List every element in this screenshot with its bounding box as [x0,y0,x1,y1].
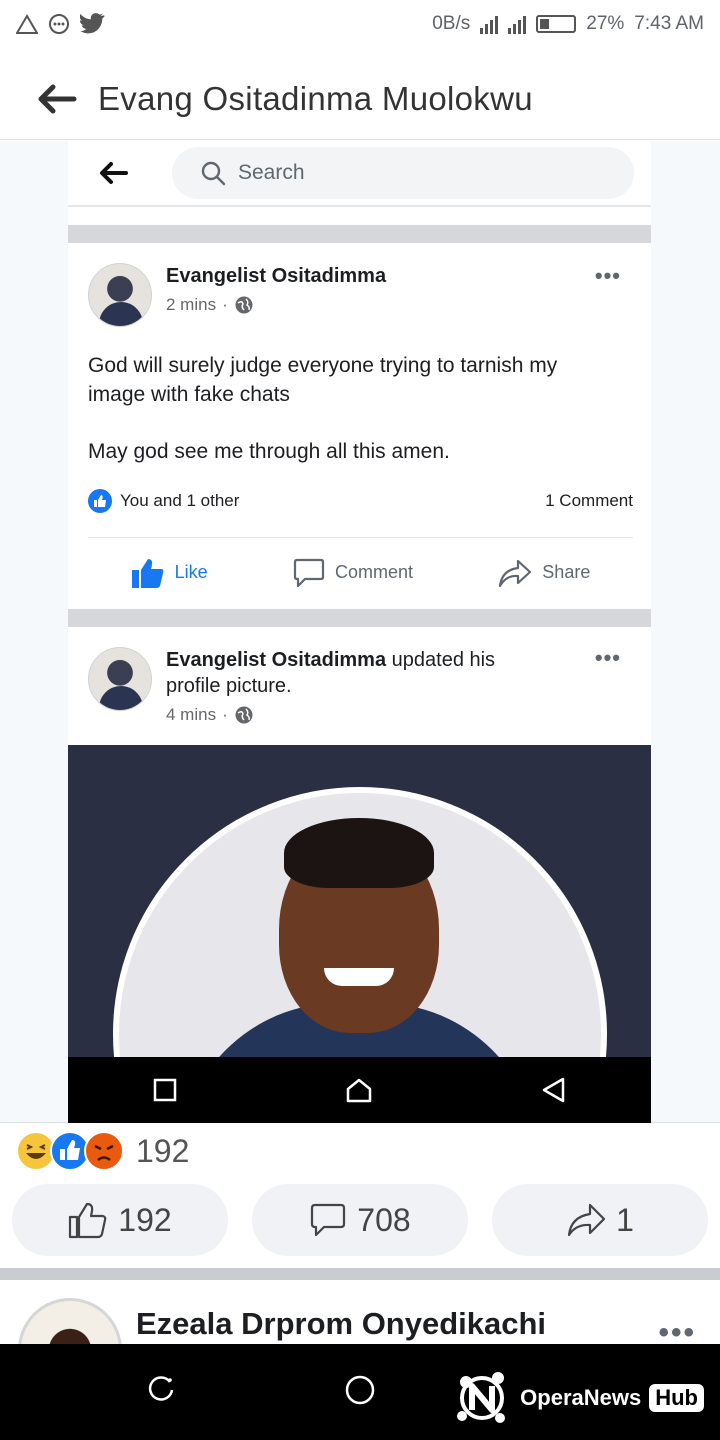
share-button[interactable]: 1 [492,1184,708,1256]
photo-hair [284,818,434,888]
reactions-summary[interactable]: You and 1 other 1 Comment [88,487,633,515]
share-icon [499,559,532,587]
operanews-logo-icon [457,1372,506,1423]
avatar[interactable] [88,647,152,711]
comment-icon [311,1203,346,1237]
embedded-nav-bar [68,1057,651,1123]
like-count: 192 [118,1201,172,1238]
comment-button[interactable]: Comment [293,558,413,588]
post-text-line: image with fake chats [88,383,290,406]
like-label: Like [174,562,208,582]
outer-reactions-summary[interactable]: 192 [16,1128,189,1174]
globe-icon [235,296,253,314]
post-card: Evangelist Ositadimma 2 mins · ••• God w… [68,243,651,607]
angry-reaction-icon [84,1131,124,1171]
share-label: Share [542,562,591,582]
thumbs-up-icon [131,558,163,588]
more-options-icon[interactable]: ••• [595,263,621,289]
status-bar: 0B/s 27% 7:43 AM [0,0,720,48]
post-card: Evangelist Ositadimma updated his profil… [68,627,651,745]
back-arrow-icon[interactable] [98,161,128,185]
more-options-icon[interactable]: ••• [658,1316,696,1344]
profile-picture-post-image[interactable] [68,745,651,1057]
post-text-line: God will surely judge everyone trying to… [88,354,558,377]
recents-icon[interactable] [146,1374,176,1404]
next-post-card: Ezeala Drprom Onyedikachi ••• [0,1280,720,1344]
recents-icon [153,1078,177,1102]
page-title: Evang Ositadinma Muolokwu [98,79,533,117]
thumbs-up-icon [69,1202,107,1239]
post-author[interactable]: Evangelist Ositadimma [166,649,386,671]
embedded-facebook-view: Search Evangelist Ositadimma 2 mins · ••… [68,141,651,1123]
embedded-search-bar: Search [68,141,651,207]
home-icon [347,1078,372,1103]
operanews-watermark: OperaNews Hub [452,1368,704,1428]
back-triangle-icon [542,1077,565,1103]
watermark-hub: Hub [649,1384,704,1412]
post-text-line: May god see me through all this amen. [88,440,450,463]
warning-icon [16,14,38,34]
like-button[interactable]: 192 [12,1184,228,1256]
avatar[interactable] [88,263,152,327]
dot-separator: · [222,295,228,314]
post-action-text: updated his [391,649,496,671]
post-actions: Like Comment Share [88,537,633,607]
comment-label: Comment [334,562,413,582]
outer-action-bar: 192 708 1 [12,1184,708,1258]
signal-icon [480,14,499,34]
comment-icon [293,558,325,587]
like-button[interactable]: Like [131,557,208,589]
search-placeholder: Search [238,161,305,184]
watermark-brand: OperaNews [520,1385,642,1410]
profile-photo [113,787,607,1057]
dot-separator: · [222,705,228,724]
home-icon[interactable] [344,1374,376,1406]
share-button[interactable]: Share [498,558,590,588]
comments-count[interactable]: 1 Comment [545,491,633,511]
reaction-count: 192 [136,1132,190,1169]
post-text: God will surely judge everyone trying to… [88,351,608,466]
photo-smile [324,968,394,986]
app-header: Evang Ositadinma Muolokwu [0,58,720,140]
post-author-line: Evangelist Ositadimma updated his profil… [166,647,566,699]
share-icon [567,1203,606,1237]
back-arrow-icon[interactable] [24,84,88,114]
comment-button[interactable]: 708 [252,1184,468,1256]
post-action-text: profile picture. [166,675,292,697]
share-count: 1 [616,1201,634,1238]
post-time: 4 mins [166,705,217,724]
system-nav-bar: OperaNews Hub [0,1344,720,1440]
feed-divider [0,1268,720,1280]
like-reaction-icon [88,489,112,513]
post-author[interactable]: Evangelist Ositadimma [166,265,386,288]
twitter-icon [80,13,105,34]
avatar[interactable] [18,1298,122,1344]
signal-icon-2 [508,14,527,34]
feed-divider [68,225,651,243]
reactions-text: You and 1 other [120,491,240,510]
battery-icon [536,15,577,33]
more-options-icon[interactable]: ••• [595,645,621,671]
embedded-screenshot: Search Evangelist Ositadimma 2 mins · ••… [0,141,720,1123]
post-meta: 2 mins · [166,295,254,315]
search-icon [201,161,226,186]
comment-count: 708 [357,1201,411,1238]
post-author[interactable]: Ezeala Drprom Onyedikachi [136,1306,546,1342]
feed-divider [68,609,651,627]
post-time: 2 mins [166,295,217,314]
network-speed: 0B/s [432,13,471,34]
search-input[interactable]: Search [172,147,634,199]
post-meta: 4 mins · [166,705,254,725]
globe-icon [235,706,253,724]
clock: 7:43 AM [634,13,704,34]
battery-percent: 27% [586,13,625,34]
message-icon [49,14,69,34]
